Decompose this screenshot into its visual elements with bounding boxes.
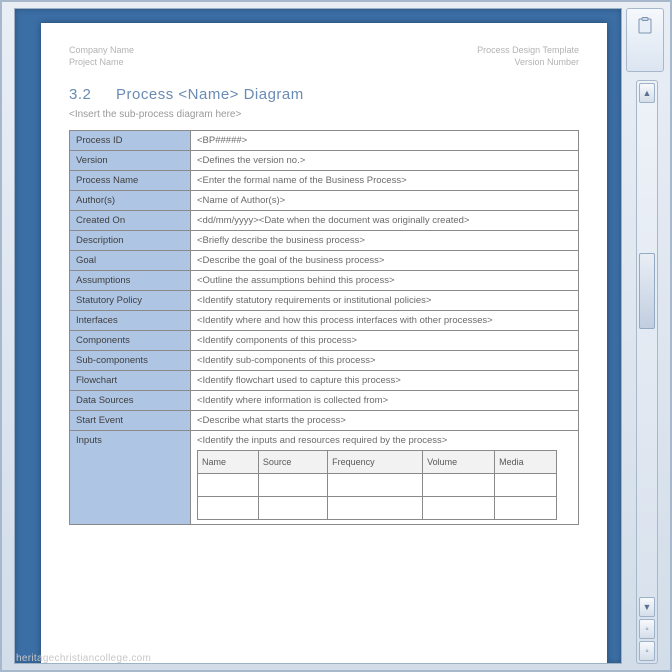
watermark-text: heritagechristiancollege.com xyxy=(16,653,151,664)
row-value: <Identify components of this process> xyxy=(191,331,579,351)
row-key: Inputs xyxy=(70,431,191,525)
row-key: Author(s) xyxy=(70,191,191,211)
row-key: Interfaces xyxy=(70,311,191,331)
row-value: <Describe what starts the process> xyxy=(191,411,579,431)
inputs-empty-row xyxy=(198,497,557,520)
table-row-inputs: Inputs <Identify the inputs and resources… xyxy=(70,431,579,525)
section-number: 3.2 xyxy=(69,86,91,103)
clipboard-icon xyxy=(636,17,654,35)
inputs-header-row: NameSourceFrequencyVolumeMedia xyxy=(198,451,557,474)
table-row: Version<Defines the version no.> xyxy=(70,151,579,171)
inputs-empty-cell xyxy=(495,474,557,497)
table-row: Process ID<BP#####> xyxy=(70,131,579,151)
row-key: Created On xyxy=(70,211,191,231)
inputs-empty-cell xyxy=(328,497,423,520)
page-header-left: Company Name Project Name xyxy=(69,45,134,68)
table-row: Start Event<Describe what starts the pro… xyxy=(70,411,579,431)
inputs-empty-cell xyxy=(423,497,495,520)
app-frame: Company Name Project Name Process Design… xyxy=(0,0,672,672)
table-row: Description<Briefly describe the busines… xyxy=(70,231,579,251)
row-value: <Defines the version no.> xyxy=(191,151,579,171)
section-title: Process <Name> Diagram xyxy=(116,86,304,103)
row-value: <Describe the goal of the business proce… xyxy=(191,251,579,271)
properties-tbody: Process ID<BP#####>Version<Defines the v… xyxy=(70,131,579,525)
section-subtitle: <Insert the sub-process diagram here> xyxy=(69,109,579,120)
table-row: Created On<dd/mm/yyyy><Date when the doc… xyxy=(70,211,579,231)
table-row: Statutory Policy<Identify statutory requ… xyxy=(70,291,579,311)
inputs-empty-cell xyxy=(328,474,423,497)
scroll-up-button[interactable]: ▲ xyxy=(639,83,655,103)
table-row: Data Sources<Identify where information … xyxy=(70,391,579,411)
table-row: Components<Identify components of this p… xyxy=(70,331,579,351)
inputs-empty-cell xyxy=(258,474,327,497)
inputs-col-header: Media xyxy=(495,451,557,474)
properties-table: Process ID<BP#####>Version<Defines the v… xyxy=(69,130,579,525)
inputs-col-header: Source xyxy=(258,451,327,474)
row-key: Goal xyxy=(70,251,191,271)
inputs-empty-cell xyxy=(423,474,495,497)
row-key: Statutory Policy xyxy=(70,291,191,311)
row-value: <Enter the formal name of the Business P… xyxy=(191,171,579,191)
inputs-empty-row xyxy=(198,474,557,497)
row-key: Version xyxy=(70,151,191,171)
page-header: Company Name Project Name Process Design… xyxy=(69,45,579,68)
vertical-scrollbar[interactable]: ▲ ▼ ◦ ◦ xyxy=(636,80,658,664)
inputs-empty-cell xyxy=(258,497,327,520)
row-key: Description xyxy=(70,231,191,251)
table-row: Assumptions<Outline the assumptions behi… xyxy=(70,271,579,291)
right-rail: ▲ ▼ ◦ ◦ xyxy=(626,8,664,664)
row-value: <Identify where and how this process int… xyxy=(191,311,579,331)
page-header-right: Process Design Template Version Number xyxy=(477,45,579,68)
inputs-col-header: Frequency xyxy=(328,451,423,474)
header-left-line2: Project Name xyxy=(69,57,134,69)
table-row: Interfaces<Identify where and how this p… xyxy=(70,311,579,331)
task-pane-stub[interactable] xyxy=(626,8,664,72)
row-key: Process ID xyxy=(70,131,191,151)
row-key: Assumptions xyxy=(70,271,191,291)
inputs-empty-cell xyxy=(495,497,557,520)
header-right-line2: Version Number xyxy=(477,57,579,69)
header-left-line1: Company Name xyxy=(69,45,134,57)
scroll-down-button[interactable]: ▼ xyxy=(639,597,655,617)
row-key: Start Event xyxy=(70,411,191,431)
row-value: <BP#####> xyxy=(191,131,579,151)
scroll-thumb[interactable] xyxy=(639,253,655,329)
row-key: Process Name xyxy=(70,171,191,191)
row-value: <Identify where information is collected… xyxy=(191,391,579,411)
document-viewport: Company Name Project Name Process Design… xyxy=(14,8,622,664)
row-key: Flowchart xyxy=(70,371,191,391)
section-heading: 3.2 Process <Name> Diagram xyxy=(69,86,579,103)
inputs-col-header: Volume xyxy=(423,451,495,474)
row-value: <Identify sub-components of this process… xyxy=(191,351,579,371)
row-key: Data Sources xyxy=(70,391,191,411)
next-page-button[interactable]: ◦ xyxy=(639,641,655,661)
row-value: <Identify flowchart used to capture this… xyxy=(191,371,579,391)
row-key: Components xyxy=(70,331,191,351)
inputs-empty-cell xyxy=(198,497,259,520)
inputs-note: <Identify the inputs and resources requi… xyxy=(197,435,572,446)
inputs-col-header: Name xyxy=(198,451,259,474)
inputs-cell: <Identify the inputs and resources requi… xyxy=(191,431,579,525)
row-value: <Briefly describe the business process> xyxy=(191,231,579,251)
row-key: Sub-components xyxy=(70,351,191,371)
table-row: Goal<Describe the goal of the business p… xyxy=(70,251,579,271)
page: Company Name Project Name Process Design… xyxy=(41,23,607,663)
prev-page-button[interactable]: ◦ xyxy=(639,619,655,639)
row-value: <Outline the assumptions behind this pro… xyxy=(191,271,579,291)
row-value: <Identify statutory requirements or inst… xyxy=(191,291,579,311)
table-row: Flowchart<Identify flowchart used to cap… xyxy=(70,371,579,391)
row-value: <Name of Author(s)> xyxy=(191,191,579,211)
table-row: Sub-components<Identify sub-components o… xyxy=(70,351,579,371)
inputs-empty-cell xyxy=(198,474,259,497)
table-row: Author(s)<Name of Author(s)> xyxy=(70,191,579,211)
row-value: <dd/mm/yyyy><Date when the document was … xyxy=(191,211,579,231)
inputs-table: NameSourceFrequencyVolumeMedia xyxy=(197,450,557,520)
header-right-line1: Process Design Template xyxy=(477,45,579,57)
table-row: Process Name<Enter the formal name of th… xyxy=(70,171,579,191)
